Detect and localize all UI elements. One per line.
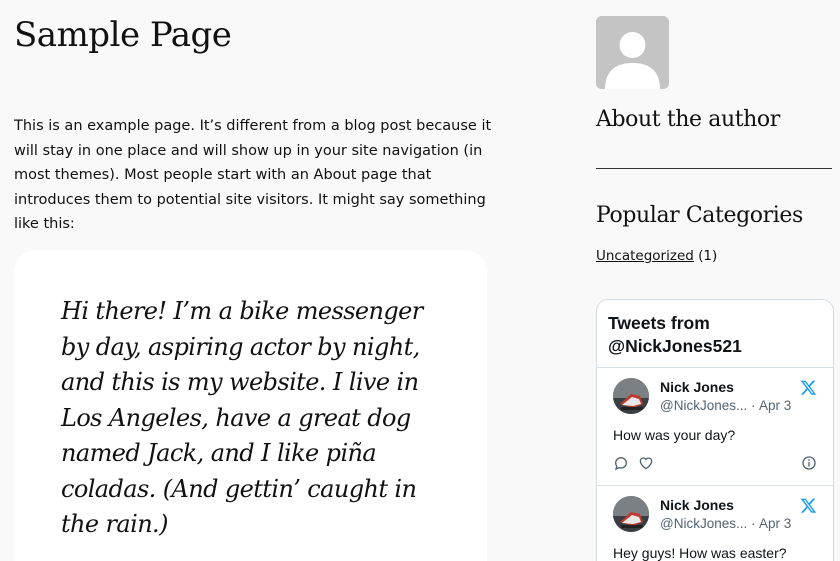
tweet-avatar[interactable] [613,496,649,532]
tweet-avatar[interactable] [613,378,649,414]
popular-categories-heading: Popular Categories [596,203,803,228]
tweet-author-handle[interactable]: @NickJones... [660,515,747,533]
like-icon[interactable] [638,455,654,471]
page-title: Sample Page [14,15,232,55]
tweet-author-handle[interactable]: @NickJones... [660,397,747,415]
x-logo-icon[interactable] [800,497,817,514]
twitter-widget-header[interactable]: Tweets from @NickJones521 [608,312,818,358]
about-author-heading: About the author [596,107,780,132]
category-item: Uncategorized (1) [596,246,717,266]
quote-text: Hi there! I’m a bike messenger by day, a… [61,297,423,538]
tweet-separator: · [751,516,756,531]
tweet-text: Hey guys! How was easter? [613,545,787,561]
category-count: (1) [698,248,718,264]
tweet-author-name[interactable]: Nick Jones [660,496,734,514]
category-link-uncategorized[interactable]: Uncategorized [596,248,694,264]
tweet-item[interactable]: Nick Jones @NickJones... · Apr 3 Hey guy… [597,485,833,561]
quote-card: Hi there! I’m a bike messenger by day, a… [14,250,487,561]
tweet-text: How was your day? [613,427,736,443]
default-avatar-icon [596,16,669,89]
tweet-separator: · [751,398,756,413]
tweet-date[interactable]: Apr 3 [759,515,791,533]
page: Sample Page This is an example page. It’… [0,0,840,561]
sidebar-divider [596,168,832,169]
twitter-timeline-widget: Tweets from @NickJones521 Nick Jones @Ni… [596,299,834,561]
tweet-item[interactable]: Nick Jones @NickJones... · Apr 3 How was… [597,367,833,486]
page-intro: This is an example page. It’s different … [14,118,492,232]
x-logo-icon[interactable] [800,379,817,396]
tweet-author-name[interactable]: Nick Jones [660,378,734,396]
reply-icon[interactable] [613,455,629,471]
tweet-date[interactable]: Apr 3 [759,397,791,415]
info-icon[interactable] [801,455,817,471]
